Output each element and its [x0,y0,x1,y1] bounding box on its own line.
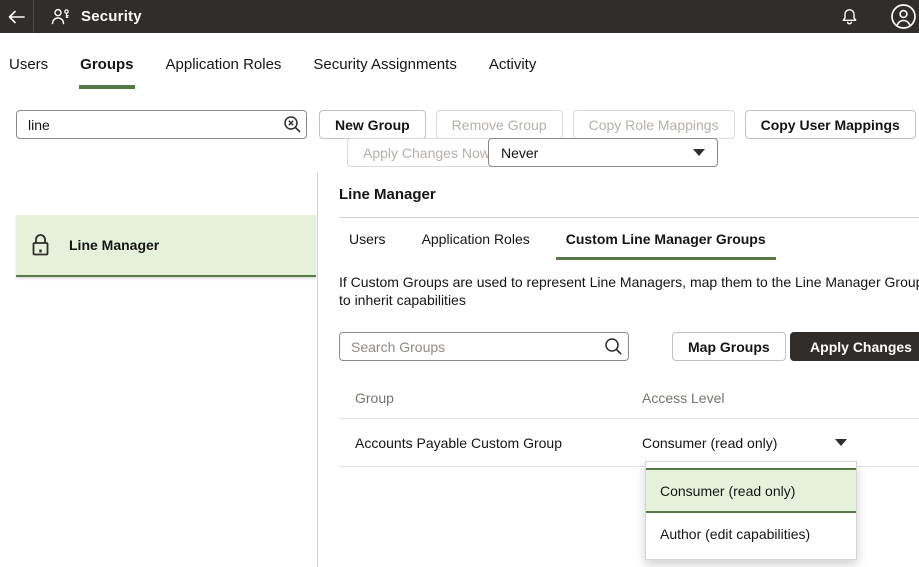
apply-changes-now-button[interactable]: Apply Changes Now [347,138,506,167]
tab-users[interactable]: Users [8,42,49,89]
lock-icon [30,233,51,257]
schedule-select[interactable]: Never [488,138,718,167]
tab-application-roles[interactable]: Application Roles [165,42,283,89]
back-arrow-icon [8,10,25,24]
remove-group-button[interactable]: Remove Group [436,110,563,139]
detail-tab-users[interactable]: Users [339,218,396,260]
user-security-icon [51,8,70,25]
dropdown-option-author[interactable]: Author (edit capabilities) [646,513,856,555]
group-name-cell: Accounts Payable Custom Group [339,435,642,451]
main-tab-strip: Users Groups Application Roles Security … [0,33,919,89]
page-title: Security [81,8,142,25]
mapped-groups-table: Group Access Level Accounts Payable Cust… [339,388,919,467]
app-header: Security [0,0,919,33]
user-avatar-icon[interactable] [890,3,917,30]
clear-search-icon[interactable] [278,115,306,134]
search-icon[interactable] [598,337,628,356]
search-groups-input[interactable] [340,333,598,360]
map-groups-button[interactable]: Map Groups [672,332,786,361]
detail-tab-custom-line-manager-groups[interactable]: Custom Line Manager Groups [556,218,776,260]
detail-tab-strip: Users Application Roles Custom Line Mana… [339,218,919,260]
access-level-select[interactable]: Consumer (read only) [642,435,847,451]
copy-role-mappings-button[interactable]: Copy Role Mappings [573,110,735,139]
column-header-group: Group [339,390,642,406]
access-level-value: Consumer (read only) [642,435,777,451]
tab-activity[interactable]: Activity [488,42,538,89]
search-groups-field [339,332,629,361]
table-header-row: Group Access Level [339,388,919,419]
custom-groups-description: If Custom Groups are used to represent L… [339,273,919,309]
tab-groups[interactable]: Groups [79,42,134,89]
group-list-panel: Line Manager [0,172,318,567]
apply-changes-button[interactable]: Apply Changes [790,332,919,361]
security-app-window: Security Users Groups Application Roles … [0,0,919,567]
group-actions-row: New Group Remove Group Copy Role Mapping… [319,110,916,139]
group-item-label: Line Manager [69,237,159,253]
dropdown-option-consumer[interactable]: Consumer (read only) [646,468,856,513]
copy-user-mappings-button[interactable]: Copy User Mappings [745,110,916,139]
back-button[interactable] [0,0,34,33]
tab-security-assignments[interactable]: Security Assignments [312,42,457,89]
apply-schedule-row: Apply Changes Now [347,138,506,167]
detail-tab-application-roles[interactable]: Application Roles [412,218,540,260]
chevron-down-icon [693,149,705,156]
group-list-item-line-manager[interactable]: Line Manager [16,215,316,277]
groups-search-input[interactable] [17,111,278,138]
detail-title: Line Manager [339,186,919,203]
groups-search-field [16,110,307,139]
custom-groups-controls: Map Groups Apply Changes [339,332,919,362]
column-header-access-level: Access Level [642,390,919,406]
notifications-bell-icon[interactable] [841,8,858,26]
schedule-select-value: Never [501,145,538,161]
chevron-down-icon [835,439,847,446]
access-level-cell: Consumer (read only) [642,435,919,451]
new-group-button[interactable]: New Group [319,110,426,139]
table-row: Accounts Payable Custom Group Consumer (… [339,419,919,467]
access-level-dropdown-menu: Consumer (read only) Author (edit capabi… [645,461,857,560]
